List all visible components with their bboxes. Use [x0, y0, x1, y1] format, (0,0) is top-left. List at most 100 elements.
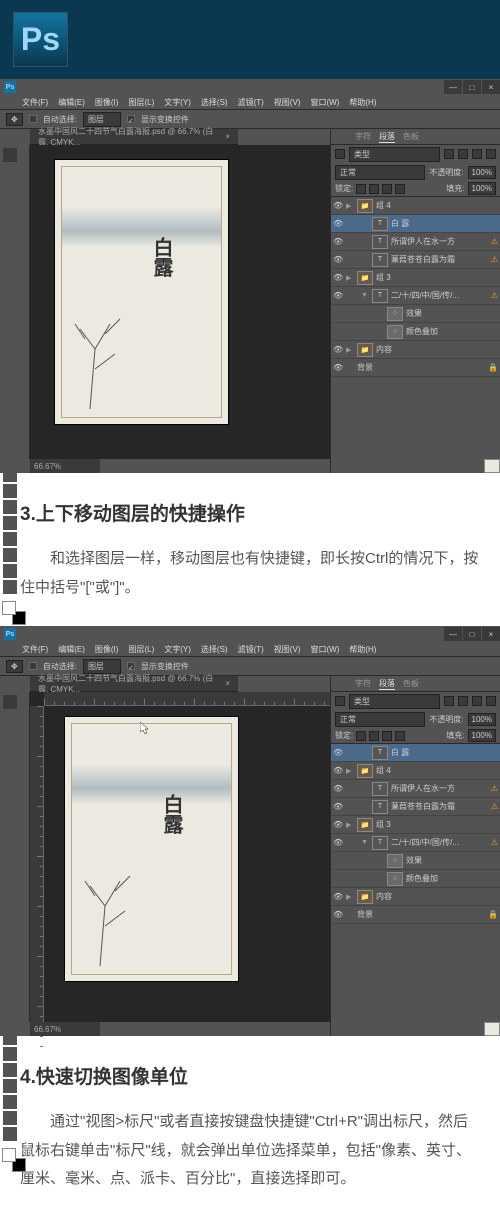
menu-item[interactable]: 图像(I) [95, 644, 119, 655]
tool-button[interactable] [3, 340, 17, 354]
visibility-icon[interactable]: 👁 [333, 273, 343, 283]
lock-position-icon[interactable] [382, 731, 392, 741]
canvas-area[interactable]: 白露 [30, 692, 330, 1022]
tool-button[interactable] [3, 999, 17, 1013]
menu-item[interactable]: 滤镜(T) [238, 97, 264, 108]
layer-kind-dropdown[interactable]: 类型 [349, 694, 440, 709]
menu-item[interactable]: 帮助(H) [349, 97, 376, 108]
layer-kind-dropdown[interactable]: 类型 [349, 147, 440, 162]
close-button[interactable]: × [482, 627, 500, 641]
expand-icon[interactable]: ▶ [346, 767, 354, 775]
layer-row[interactable]: 👁▶📁组 4 [331, 197, 500, 215]
search-icon[interactable] [335, 696, 345, 706]
close-button[interactable]: × [482, 80, 500, 94]
tool-button[interactable] [3, 404, 17, 418]
visibility-icon[interactable]: 👁 [333, 802, 343, 812]
ruler-horizontal[interactable] [44, 692, 330, 706]
tool-button[interactable] [3, 1127, 17, 1141]
menu-item[interactable]: 文件(F) [22, 644, 48, 655]
maximize-button[interactable]: □ [463, 627, 481, 641]
layer-row[interactable]: 👁T白 露 [331, 215, 500, 233]
opacity-input[interactable]: 100% [468, 713, 496, 726]
menu-item[interactable]: 窗口(W) [310, 97, 339, 108]
visibility-icon[interactable]: 👁 [333, 892, 343, 902]
lock-pixels-icon[interactable] [369, 731, 379, 741]
tool-button[interactable] [3, 887, 17, 901]
panel-tab[interactable]: 字符 [355, 131, 371, 142]
menu-item[interactable]: 窗口(W) [310, 644, 339, 655]
color-swatches[interactable] [2, 601, 26, 625]
expand-icon[interactable]: ▼ [361, 839, 369, 846]
panel-tab[interactable]: 色板 [403, 131, 419, 142]
tool-button[interactable] [3, 516, 17, 530]
tool-button[interactable] [3, 436, 17, 450]
tool-button[interactable] [3, 532, 17, 546]
tool-button[interactable] [3, 1111, 17, 1125]
filter-shape-icon[interactable] [472, 696, 482, 706]
auto-select-checkbox[interactable] [29, 662, 37, 670]
menu-item[interactable]: 图层(L) [128, 97, 154, 108]
menu-item[interactable]: 选择(S) [201, 644, 228, 655]
lock-all-icon[interactable] [395, 184, 405, 194]
fill-input[interactable]: 100% [468, 182, 496, 195]
tool-button[interactable] [3, 1031, 17, 1045]
menu-item[interactable]: 视图(V) [274, 97, 301, 108]
tool-button[interactable] [3, 695, 17, 709]
tool-button[interactable] [3, 548, 17, 562]
show-controls-checkbox[interactable] [127, 662, 135, 670]
tool-button[interactable] [3, 228, 17, 242]
filter-adj-icon[interactable] [458, 149, 468, 159]
document-tab[interactable]: 水墨中国风二十四节气白露海报.psd @ 66.7% (白 露, CMYK...… [30, 676, 238, 692]
visibility-icon[interactable]: 👁 [333, 838, 343, 848]
tab-close-icon[interactable]: × [225, 132, 230, 141]
tool-button[interactable] [3, 919, 17, 933]
tool-button[interactable] [3, 356, 17, 370]
visibility-icon[interactable]: 👁 [333, 201, 343, 211]
auto-select-dropdown[interactable]: 图层 [83, 112, 121, 127]
layer-row[interactable]: 👁▼T二/十/四/中/国/传/...⚠ [331, 834, 500, 852]
expand-icon[interactable]: ▶ [346, 821, 354, 829]
visibility-icon[interactable]: 👁 [333, 766, 343, 776]
layer-row[interactable]: ○颜色叠加 [331, 870, 500, 888]
tool-button[interactable] [3, 388, 17, 402]
lock-position-icon[interactable] [382, 184, 392, 194]
tool-button[interactable] [3, 743, 17, 757]
menu-item[interactable]: 文字(Y) [164, 644, 191, 655]
layer-row[interactable]: 👁T蒹葭苍苍白露为霜⚠ [331, 798, 500, 816]
filter-text-icon[interactable] [444, 696, 454, 706]
tool-button[interactable] [3, 180, 17, 194]
filter-adj-icon[interactable] [458, 696, 468, 706]
menu-item[interactable]: 文字(Y) [164, 97, 191, 108]
tool-button[interactable] [3, 791, 17, 805]
tool-button[interactable] [3, 452, 17, 466]
visibility-icon[interactable] [333, 309, 343, 319]
layer-row[interactable]: 👁背景🔒 [331, 906, 500, 924]
filter-smart-icon[interactable] [486, 696, 496, 706]
tool-button[interactable] [3, 1079, 17, 1093]
layer-row[interactable]: 👁T蒹葭苍苍白露为霜⚠ [331, 251, 500, 269]
blend-mode-dropdown[interactable]: 正常 [335, 165, 425, 180]
tool-button[interactable] [3, 276, 17, 290]
auto-select-checkbox[interactable] [29, 115, 37, 123]
layer-row[interactable]: ○效果 [331, 305, 500, 323]
panel-tab[interactable]: 色板 [403, 678, 419, 689]
tool-button[interactable] [3, 212, 17, 226]
layer-row[interactable]: ○效果 [331, 852, 500, 870]
layer-row[interactable]: 👁T所谓伊人在水一方⚠ [331, 780, 500, 798]
tool-button[interactable] [3, 308, 17, 322]
maximize-button[interactable]: □ [463, 80, 481, 94]
minimize-button[interactable]: — [444, 627, 462, 641]
tool-button[interactable] [3, 759, 17, 773]
tool-button[interactable] [3, 807, 17, 821]
tool-button[interactable] [3, 967, 17, 981]
lock-pixels-icon[interactable] [369, 184, 379, 194]
lock-transparency-icon[interactable] [356, 184, 366, 194]
filter-text-icon[interactable] [444, 149, 454, 159]
visibility-icon[interactable]: 👁 [333, 345, 343, 355]
tool-button[interactable] [3, 260, 17, 274]
document-canvas[interactable]: 白露 [54, 159, 229, 425]
panel-tab[interactable]: 字符 [355, 678, 371, 689]
layer-row[interactable]: 👁▶📁内容 [331, 888, 500, 906]
color-swatches[interactable] [2, 1148, 26, 1172]
tool-button[interactable] [3, 951, 17, 965]
